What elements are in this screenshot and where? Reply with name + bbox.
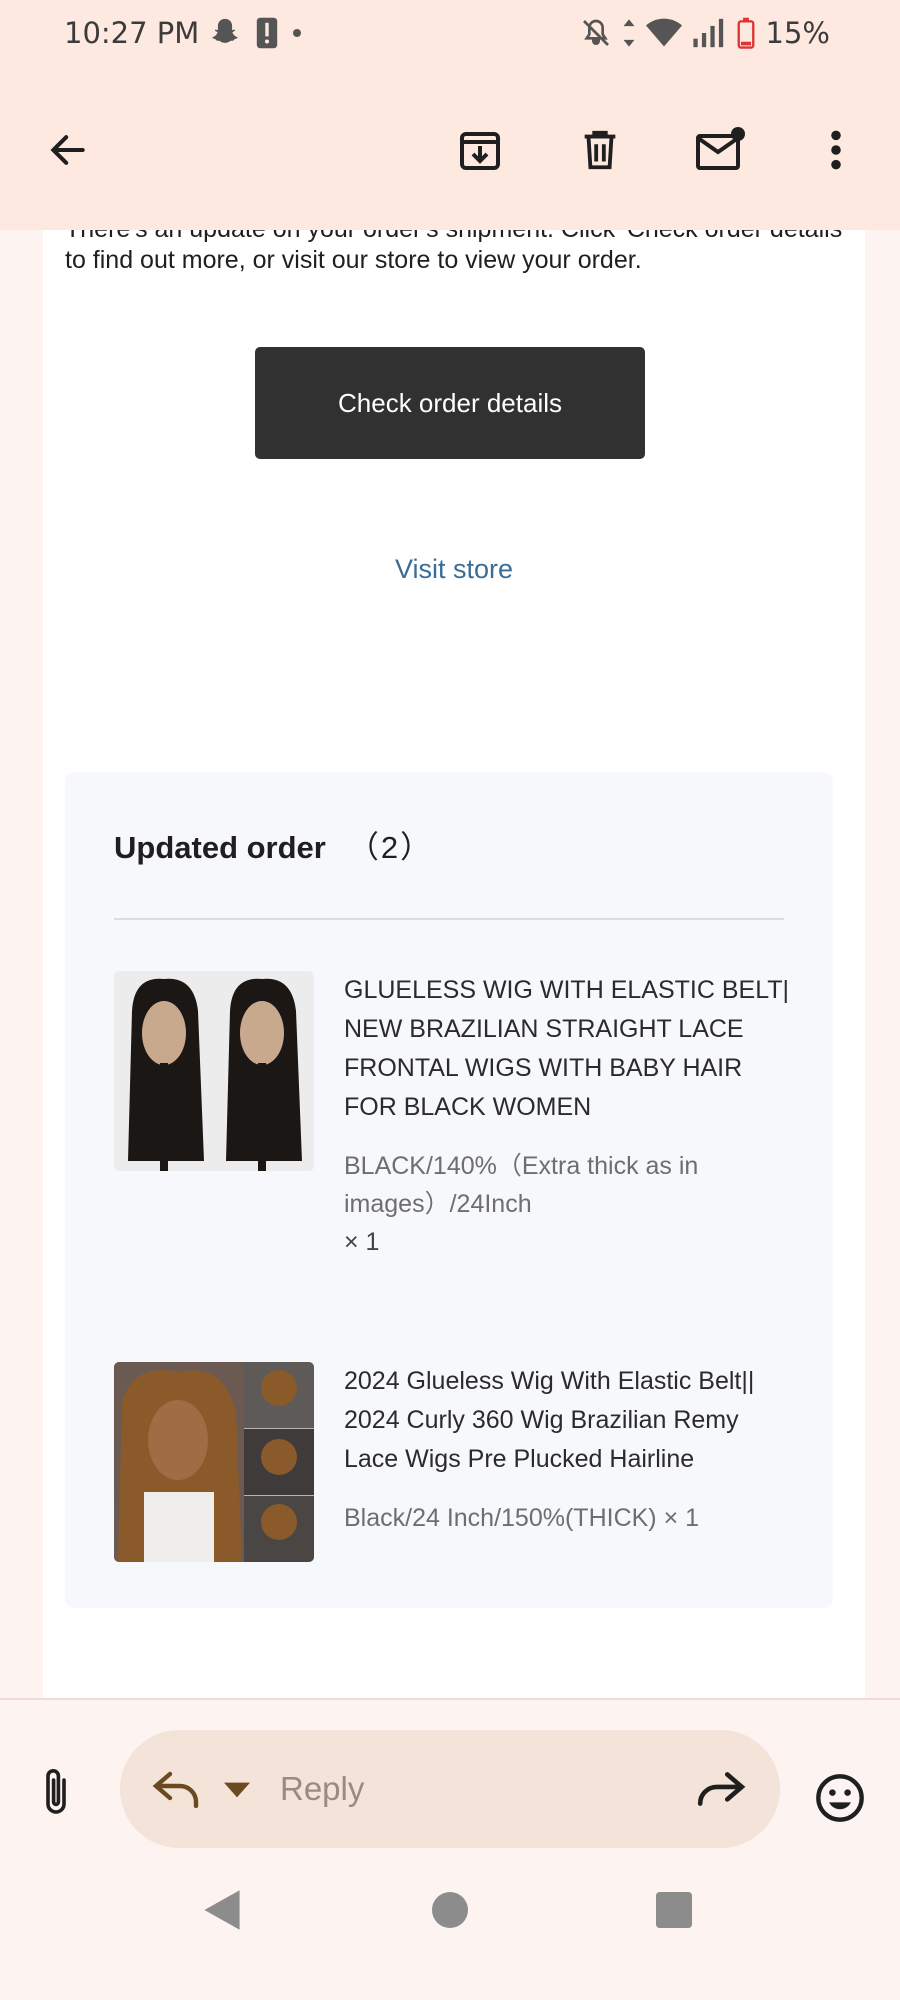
- data-arrows-icon: [623, 19, 634, 47]
- item-variant: BLACK/140%（Extra thick as in images）/24I…: [344, 1152, 699, 1218]
- item-details: 2024 Glueless Wig With Elastic Belt|| 20…: [344, 1362, 794, 1537]
- dot-icon: [293, 29, 301, 37]
- email-toolbar: [0, 72, 900, 230]
- more-vertical-icon: [831, 130, 841, 170]
- check-order-details-button[interactable]: Check order details: [255, 347, 645, 459]
- order-item[interactable]: 2024 Glueless Wig With Elastic Belt|| 20…: [114, 1362, 794, 1582]
- email-body: There's an update on your order's shipme…: [43, 230, 865, 1698]
- mark-unread-icon: [696, 127, 745, 170]
- back-arrow-icon: [50, 135, 85, 165]
- emoji-button[interactable]: [814, 1772, 866, 1829]
- item-variant: Black/24 Inch/150%(THICK) × 1: [344, 1504, 700, 1532]
- forward-icon: [697, 1772, 746, 1806]
- divider: [114, 918, 784, 920]
- order-title: Updated order （2）: [114, 822, 433, 867]
- chevron-down-icon: [224, 1782, 250, 1798]
- emoji-icon: [816, 1774, 864, 1822]
- reply-icon: [152, 1771, 199, 1809]
- battery-percent: 15%: [765, 16, 830, 50]
- intro-text: There's an update on your order's shipme…: [65, 230, 847, 274]
- notifications-off-icon: [582, 19, 609, 46]
- alert-icon: [256, 17, 278, 49]
- reply-field[interactable]: Reply: [120, 1730, 780, 1848]
- order-item[interactable]: GLUELESS WIG WITH ELASTIC BELT| NEW BRAZ…: [114, 971, 794, 1271]
- attach-button[interactable]: [36, 1766, 76, 1823]
- archive-icon: [460, 132, 500, 170]
- wifi-icon: [645, 18, 682, 47]
- notification-icons: [208, 16, 302, 50]
- forward-button[interactable]: [696, 1770, 746, 1813]
- item-details: GLUELESS WIG WITH ELASTIC BELT| NEW BRAZ…: [344, 971, 794, 1261]
- item-name: 2024 Glueless Wig With Elastic Belt|| 20…: [344, 1367, 755, 1473]
- system-icons: 15%: [580, 16, 830, 50]
- reply-dropdown[interactable]: [224, 1782, 250, 1803]
- reply-placeholder-text: Reply: [280, 1770, 365, 1807]
- triangle-back-icon: [204, 1890, 240, 1930]
- visit-store-link[interactable]: Visit store: [43, 554, 865, 585]
- reply-bar: Reply: [0, 1698, 900, 1850]
- order-title-label: Updated order: [114, 830, 326, 865]
- attachment-icon: [46, 1769, 66, 1814]
- reply-type-button[interactable]: [152, 1768, 200, 1813]
- nav-recents-button[interactable]: [656, 1892, 692, 1933]
- trash-icon: [584, 130, 616, 170]
- system-navigation-bar: [0, 1848, 900, 2000]
- product-image: [114, 971, 314, 1171]
- delete-button[interactable]: [572, 122, 628, 178]
- mark-unread-button[interactable]: [692, 122, 748, 178]
- home-circle-icon: [432, 1892, 468, 1928]
- recents-square-icon: [656, 1892, 692, 1928]
- status-time: 10:27 PM: [64, 16, 200, 50]
- more-options-button[interactable]: [808, 122, 864, 178]
- updated-order-card: Updated order （2） GLUELESS WIG WITH ELAST…: [65, 772, 833, 1608]
- nav-back-button[interactable]: [200, 1888, 244, 1937]
- battery-icon: [737, 17, 754, 49]
- status-bar: 10:27 PM 15%: [0, 0, 900, 72]
- nav-home-button[interactable]: [432, 1892, 468, 1933]
- archive-button[interactable]: [452, 122, 508, 178]
- snapchat-icon: [212, 18, 238, 43]
- back-button[interactable]: [40, 122, 96, 178]
- signal-icon: [692, 18, 723, 48]
- item-quantity: × 1: [344, 1228, 380, 1256]
- product-image: [114, 1362, 314, 1562]
- order-count: （2）: [347, 830, 434, 865]
- item-name: GLUELESS WIG WITH ELASTIC BELT| NEW BRAZ…: [344, 976, 790, 1121]
